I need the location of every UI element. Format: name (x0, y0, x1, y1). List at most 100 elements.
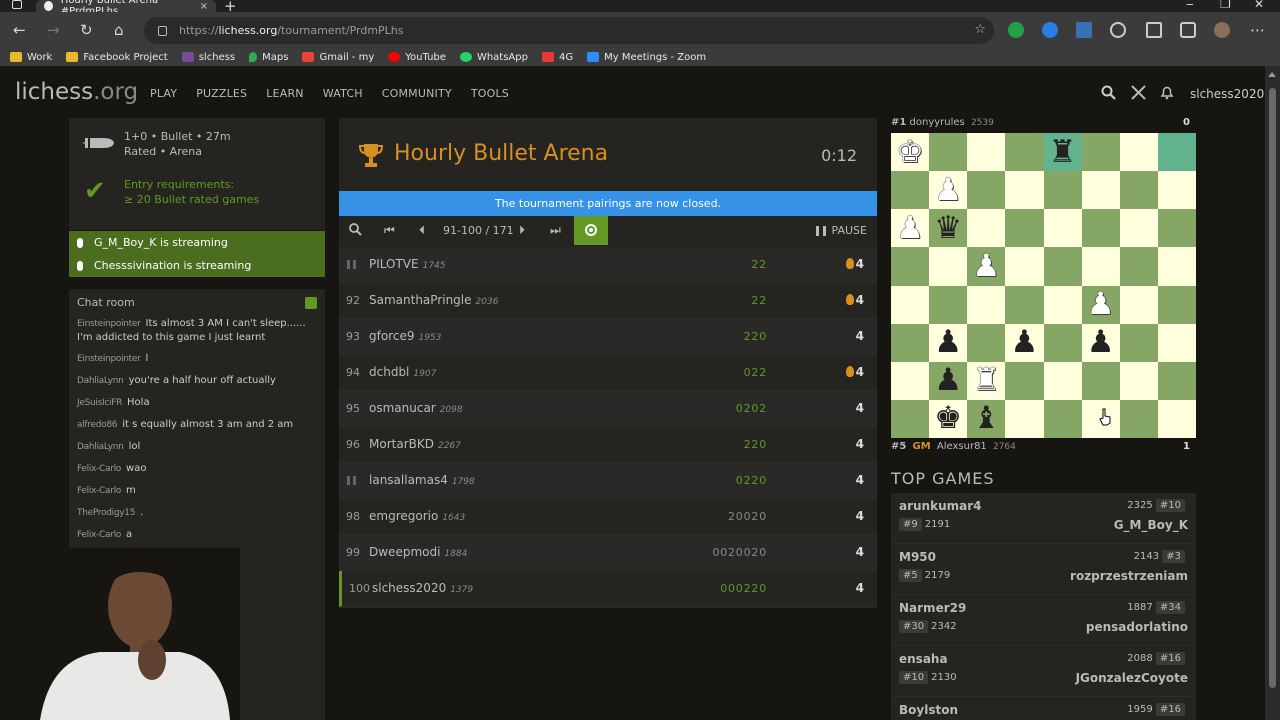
game-player-white-info: #5 2179 (899, 569, 950, 582)
featured-chessboard[interactable]: ♚ ♜ ♟ ♟ ♛ ♟ ♟ ♟ ♟ ♟ ♟ ♜ ♚ ♝ (891, 133, 1196, 438)
browser-tab[interactable]: Hourly Bullet Arena #PrdmPLhs × (36, 0, 216, 17)
top-game[interactable]: Narmer29 #30 2342 1887 #34 pensadorlatino (891, 595, 1196, 646)
next-page-icon[interactable]: ⏵ (519, 223, 525, 238)
featured-bottom-player[interactable]: #5 GM Alexsur81 2764 1 (891, 441, 1196, 457)
chat-username[interactable]: Einsteinpointer (77, 319, 141, 329)
standings-row[interactable]: lansallamas4 1798 0220 4 (339, 463, 877, 499)
player-rank: 100 (349, 582, 370, 595)
chat-username[interactable]: JeSuisIciFR (77, 398, 122, 408)
standings-row[interactable]: 96 MortarBKD 2267 220 4 (339, 427, 877, 463)
standings-row[interactable]: 94 dchdbl 1907 022 4 (339, 355, 877, 391)
nav-learn[interactable]: LEARN (266, 87, 303, 100)
chat-username[interactable]: Felix-Carlo (77, 530, 121, 540)
back-icon[interactable]: ← (13, 21, 26, 39)
board-square (1005, 247, 1044, 286)
player-name[interactable]: gforce9 1953 (369, 329, 441, 343)
bookmark-4g[interactable]: 4G (541, 52, 573, 63)
chat-username[interactable]: Einsteinpointer (77, 354, 141, 364)
bookmark-maps[interactable]: Maps (249, 52, 288, 63)
reload-icon[interactable]: ↻ (80, 21, 93, 39)
player-name[interactable]: osmanucar 2098 (369, 401, 463, 415)
previous-page-icon[interactable]: ⏴ (419, 223, 425, 238)
player-name[interactable]: slchess2020 1379 (372, 581, 473, 595)
home-icon[interactable]: ⌂ (114, 21, 124, 39)
top-game[interactable]: Boylston 1959 #16 (891, 697, 1196, 720)
bookmark-slchess[interactable]: slchess (181, 52, 235, 63)
player-name[interactable]: lansallamas4 1798 (369, 473, 475, 487)
game-player-white: Boylston (899, 703, 958, 717)
nav-play[interactable]: PLAY (150, 87, 177, 100)
standings-row[interactable]: PILOTVE 1745 22 4 (339, 247, 877, 283)
more-menu-icon[interactable]: ⋯ (1250, 21, 1265, 39)
minimize-icon[interactable]: ‒ (1186, 0, 1194, 11)
bookmark-youtube[interactable]: YouTube (388, 52, 446, 63)
window-close-icon[interactable]: ✕ (1254, 0, 1264, 11)
bookmark-zoom[interactable]: My Meetings - Zoom (587, 52, 706, 63)
chat-username[interactable]: DahliaLynn (77, 442, 124, 452)
scrollbar-thumb[interactable] (1269, 88, 1276, 688)
jump-to-me-button[interactable] (574, 216, 608, 245)
microphone-icon (77, 260, 83, 271)
top-game[interactable]: ensaha #10 2130 2088 #16 JGonzalezCoyote (891, 646, 1196, 697)
nav-puzzles[interactable]: PUZZLES (196, 87, 247, 100)
standings-row[interactable]: 98 emgregorio 1643 20020 4 (339, 499, 877, 535)
notifications-bell-icon[interactable] (1160, 85, 1174, 104)
nav-tools[interactable]: TOOLS (471, 87, 509, 100)
pause-button[interactable]: PAUSE (815, 224, 867, 237)
tab-close-icon[interactable]: × (200, 1, 208, 12)
top-game[interactable]: M950 #5 2179 2143 #3 rozprzestrzeniam (891, 544, 1196, 595)
nav-watch[interactable]: WATCH (323, 87, 363, 100)
extensions-puzzle-icon[interactable] (1110, 22, 1126, 38)
chat-toggle[interactable] (305, 297, 317, 309)
bookmark-whatsapp[interactable]: WhatsApp (459, 52, 528, 63)
black-pawn-icon: ♟ (1086, 324, 1115, 361)
player-name[interactable]: SamanthaPringle 2036 (369, 293, 498, 307)
tab-actions-icon[interactable] (12, 0, 22, 9)
standings-row[interactable]: 92 SamanthaPringle 2036 22 4 (339, 283, 877, 319)
chat-username[interactable]: Felix-Carlo (77, 464, 121, 474)
chat-username[interactable]: alfredo86 (77, 420, 118, 430)
scroll-up-icon[interactable] (1268, 72, 1276, 77)
last-page-icon[interactable]: ⏭ (550, 223, 561, 238)
nav-community[interactable]: COMMUNITY (382, 87, 452, 100)
bookmark-facebook-project[interactable]: Facebook Project (66, 52, 168, 63)
top-game[interactable]: arunkumar4 #9 2191 2325 #10 G_M_Boy_K (891, 493, 1196, 544)
search-icon[interactable] (1101, 85, 1116, 104)
chat-username[interactable]: TheProdigy15 (77, 508, 135, 518)
streamer-link[interactable]: Chesssivination is streaming (69, 254, 325, 277)
player-name[interactable]: Dweepmodi 1884 (369, 545, 467, 559)
player-name[interactable]: PILOTVE 1745 (369, 257, 446, 271)
chat-username[interactable]: Felix-Carlo (77, 486, 121, 496)
profile-avatar-icon[interactable] (1214, 22, 1230, 38)
page-scrollbar[interactable] (1265, 66, 1280, 720)
standings-row[interactable]: 95 osmanucar 2098 0202 4 (339, 391, 877, 427)
player-rank: 96 (346, 438, 360, 451)
extension-icon[interactable] (1042, 22, 1058, 38)
game-player-white: Narmer29 (899, 601, 966, 615)
maximize-icon[interactable]: ❐ (1220, 0, 1231, 11)
featured-top-player[interactable]: #1 donyyrules 2539 0 (891, 117, 1196, 133)
bookmark-gmail[interactable]: Gmail - my (302, 52, 374, 63)
player-name[interactable]: emgregorio 1643 (369, 509, 465, 523)
streamer-link[interactable]: G_M_Boy_K is streaming (69, 231, 325, 254)
forward-icon[interactable]: → (47, 21, 60, 39)
extension-icon[interactable] (1076, 22, 1092, 38)
standings-row[interactable]: 99 Dweepmodi 1884 0020020 4 (339, 535, 877, 571)
grammarly-extension-icon[interactable] (1008, 22, 1024, 38)
chat-message: Einsteinpointer l (77, 352, 317, 366)
player-name[interactable]: MortarBKD 2267 (369, 437, 461, 451)
bookmark-work[interactable]: Work (10, 52, 52, 63)
standings-row[interactable]: 100 slchess2020 1379 000220 4 (339, 571, 877, 607)
site-logo[interactable]: lichess.org (15, 79, 138, 105)
chat-username[interactable]: DahliaLynn (77, 376, 124, 386)
challenges-icon[interactable] (1131, 85, 1146, 104)
player-name[interactable]: dchdbl 1907 (369, 365, 436, 379)
bookmark-star-icon[interactable]: ☆ (974, 22, 986, 37)
first-page-icon[interactable]: ⏮ (384, 223, 395, 238)
standings-row[interactable]: 93 gforce9 1953 220 4 (339, 319, 877, 355)
user-menu[interactable]: slchess2020 (1190, 87, 1264, 101)
collections-icon[interactable] (1180, 22, 1196, 38)
favorites-icon[interactable] (1146, 22, 1162, 38)
url-field[interactable]: https://lichess.org/tournament/PrdmPLhs … (144, 17, 994, 44)
search-player-icon[interactable] (349, 223, 362, 239)
